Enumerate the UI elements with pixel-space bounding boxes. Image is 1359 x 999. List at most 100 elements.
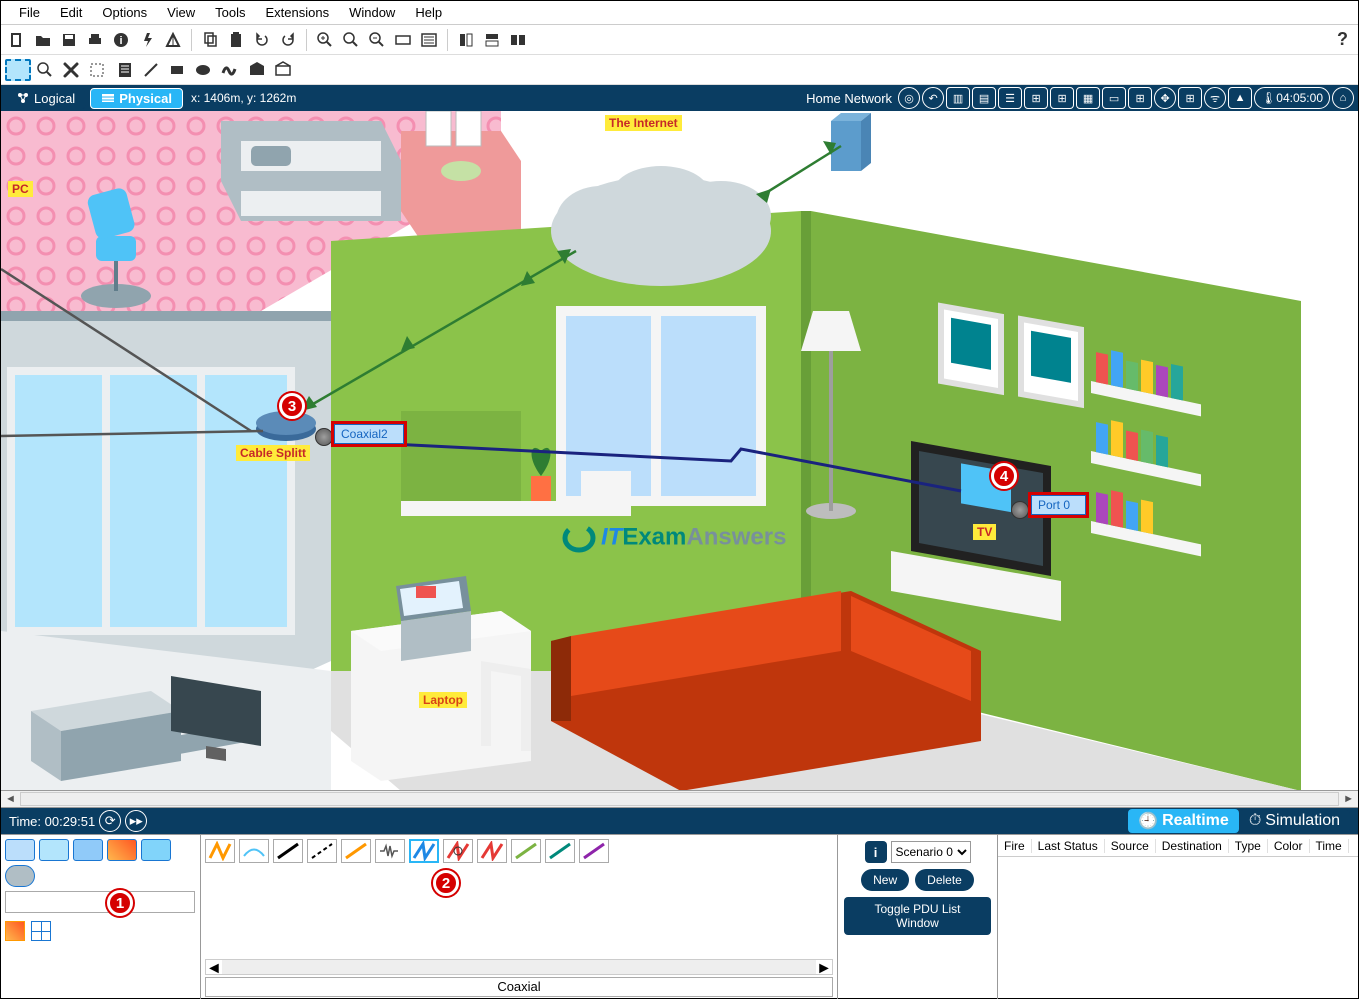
nav-home-icon[interactable]: ⌂ xyxy=(1332,87,1354,109)
draw-rect-icon[interactable] xyxy=(391,28,415,52)
ellipse-shape-icon[interactable] xyxy=(191,58,215,82)
inspect-icon[interactable] xyxy=(33,58,57,82)
help-icon[interactable]: ? xyxy=(1337,29,1348,50)
nav-image-icon[interactable]: ▲ xyxy=(1228,87,1252,109)
nav-closet-icon[interactable]: ▤ xyxy=(972,87,996,109)
cable-iot[interactable] xyxy=(545,839,575,863)
delete-scenario-button[interactable]: Delete xyxy=(915,869,974,891)
draw-list-icon[interactable] xyxy=(417,28,441,52)
resize-icon[interactable] xyxy=(85,58,109,82)
cable-hscroll[interactable]: ◄► xyxy=(205,959,833,975)
nav-table-icon[interactable]: ▦ xyxy=(1076,87,1100,109)
cable-coaxial[interactable] xyxy=(409,839,439,863)
col-time[interactable]: Time xyxy=(1310,839,1349,853)
power-cycle-icon[interactable]: ⟳ xyxy=(99,810,121,832)
col-source[interactable]: Source xyxy=(1105,839,1156,853)
cable-phone[interactable] xyxy=(375,839,405,863)
device-cat-end[interactable] xyxy=(39,839,69,861)
col-fire[interactable]: Fire xyxy=(998,839,1032,853)
device-cat-components[interactable] xyxy=(73,839,103,861)
device-cat-connections[interactable] xyxy=(107,839,137,861)
toggle-pdu-button[interactable]: Toggle PDU List Window xyxy=(844,897,991,935)
simple-pdu-icon[interactable] xyxy=(245,58,269,82)
copy-icon[interactable] xyxy=(198,28,222,52)
info-icon[interactable]: i xyxy=(109,28,133,52)
menu-extensions[interactable]: Extensions xyxy=(255,3,339,22)
save-icon[interactable] xyxy=(57,28,81,52)
note-icon[interactable] xyxy=(113,58,137,82)
fast-forward-icon[interactable]: ▸▸ xyxy=(125,810,147,832)
col-color[interactable]: Color xyxy=(1268,839,1310,853)
redo-icon[interactable] xyxy=(276,28,300,52)
nav-rack-icon[interactable]: ☰ xyxy=(998,87,1022,109)
workspace-hscroll[interactable]: ◄► xyxy=(1,791,1358,808)
logical-tab[interactable]: Logical xyxy=(5,88,86,109)
cable-serial-dce[interactable] xyxy=(443,839,473,863)
menu-help[interactable]: Help xyxy=(405,3,452,22)
scenario-select[interactable]: Scenario 0 xyxy=(891,841,971,863)
physical-tab[interactable]: Physical xyxy=(90,88,183,109)
complex-pdu-icon[interactable] xyxy=(271,58,295,82)
cable-auto[interactable] xyxy=(205,839,235,863)
zoom-reset-icon[interactable] xyxy=(339,28,363,52)
secondary-toolbar xyxy=(1,55,1358,85)
survey-icon[interactable] xyxy=(161,28,185,52)
nav-grid-icon[interactable]: ⊞ xyxy=(1128,87,1152,109)
simulation-mode-tab[interactable]: ⏱ Simulation xyxy=(1239,810,1350,832)
device-cat-misc[interactable] xyxy=(141,839,171,861)
undo-icon[interactable] xyxy=(250,28,274,52)
nav-layout-icon[interactable]: ⊞ xyxy=(1178,87,1202,109)
grid-subcategory-icon[interactable] xyxy=(31,921,51,941)
menu-file[interactable]: File xyxy=(9,3,50,22)
tv-port-node[interactable] xyxy=(1011,501,1029,519)
device-cat-network[interactable] xyxy=(5,839,35,861)
menu-tools[interactable]: Tools xyxy=(205,3,255,22)
nav-compass-icon[interactable]: ◎ xyxy=(898,87,920,109)
scenario-info-icon[interactable]: i xyxy=(865,841,887,863)
col-last-status[interactable]: Last Status xyxy=(1032,839,1105,853)
cable-console[interactable] xyxy=(239,839,269,863)
nav-generic-icon[interactable]: ▭ xyxy=(1102,87,1126,109)
nav-wifi-icon[interactable]: ᯤ xyxy=(1204,87,1226,109)
print-icon[interactable] xyxy=(83,28,107,52)
nav-add-building-icon[interactable]: ⊞ xyxy=(1024,87,1048,109)
rect-shape-icon[interactable] xyxy=(165,58,189,82)
connections-subcategory-icon[interactable] xyxy=(5,921,25,941)
new-scenario-button[interactable]: New xyxy=(861,869,909,891)
splitter-port-node[interactable] xyxy=(315,428,333,446)
line-icon[interactable] xyxy=(139,58,163,82)
panel1-icon[interactable] xyxy=(454,28,478,52)
menu-window[interactable]: Window xyxy=(339,3,405,22)
nav-building-icon[interactable]: ▥ xyxy=(946,87,970,109)
freeform-icon[interactable] xyxy=(217,58,241,82)
menu-edit[interactable]: Edit xyxy=(50,3,92,22)
device-cat-multiuser[interactable] xyxy=(5,865,35,887)
activity-wizard-icon[interactable] xyxy=(135,28,159,52)
device-search-input[interactable] xyxy=(5,891,195,913)
open-folder-icon[interactable] xyxy=(31,28,55,52)
cable-serial-dte[interactable] xyxy=(477,839,507,863)
paste-icon[interactable] xyxy=(224,28,248,52)
col-destination[interactable]: Destination xyxy=(1156,839,1229,853)
new-file-icon[interactable] xyxy=(5,28,29,52)
nav-add-closet-icon[interactable]: ⊞ xyxy=(1050,87,1074,109)
menu-view[interactable]: View xyxy=(157,3,205,22)
cable-fiber[interactable] xyxy=(341,839,371,863)
cable-cross[interactable] xyxy=(307,839,337,863)
zoom-in-icon[interactable] xyxy=(313,28,337,52)
cable-octal[interactable] xyxy=(511,839,541,863)
delete-icon[interactable] xyxy=(59,58,83,82)
select-tool-icon[interactable] xyxy=(5,59,31,81)
cable-usb[interactable] xyxy=(579,839,609,863)
nav-move-icon[interactable]: ✥ xyxy=(1154,87,1176,109)
environment-clock[interactable]: 🌡04:05:00 xyxy=(1254,87,1330,109)
realtime-mode-tab[interactable]: 🕘 Realtime xyxy=(1128,809,1239,833)
panel2-icon[interactable] xyxy=(480,28,504,52)
col-type[interactable]: Type xyxy=(1229,839,1268,853)
zoom-out-icon[interactable] xyxy=(365,28,389,52)
cable-straight[interactable] xyxy=(273,839,303,863)
menu-options[interactable]: Options xyxy=(92,3,157,22)
nav-back-icon[interactable]: ↶ xyxy=(922,87,944,109)
workspace-canvas[interactable]: The Internet PC Cable Splitt TV Laptop C… xyxy=(1,111,1358,791)
panel3-icon[interactable] xyxy=(506,28,530,52)
